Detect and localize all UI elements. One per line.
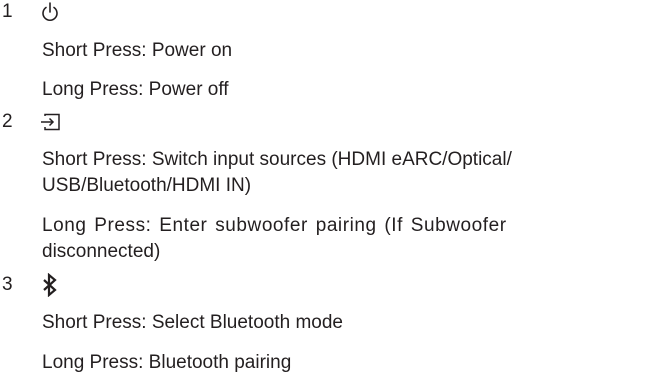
item-line: disconnected) xyxy=(42,241,161,262)
input-source-icon xyxy=(41,113,60,131)
item-number: 2 xyxy=(2,111,13,132)
item-line: Long Press: Power off xyxy=(42,79,229,100)
item-number: 1 xyxy=(2,1,13,22)
power-icon xyxy=(42,2,58,21)
item-line: Short Press: Select Bluetooth mode xyxy=(42,312,343,333)
item-line: Long Press: Enter subwoofer pairing (If … xyxy=(42,215,507,236)
item-number: 3 xyxy=(2,274,13,295)
bluetooth-icon xyxy=(43,273,57,297)
item-line: Long Press: Bluetooth pairing xyxy=(42,352,292,373)
item-line: USB/Bluetooth/HDMI IN) xyxy=(42,175,252,196)
item-line: Short Press: Switch input sources (HDMI … xyxy=(42,149,512,170)
item-line: Short Press: Power on xyxy=(42,40,233,61)
